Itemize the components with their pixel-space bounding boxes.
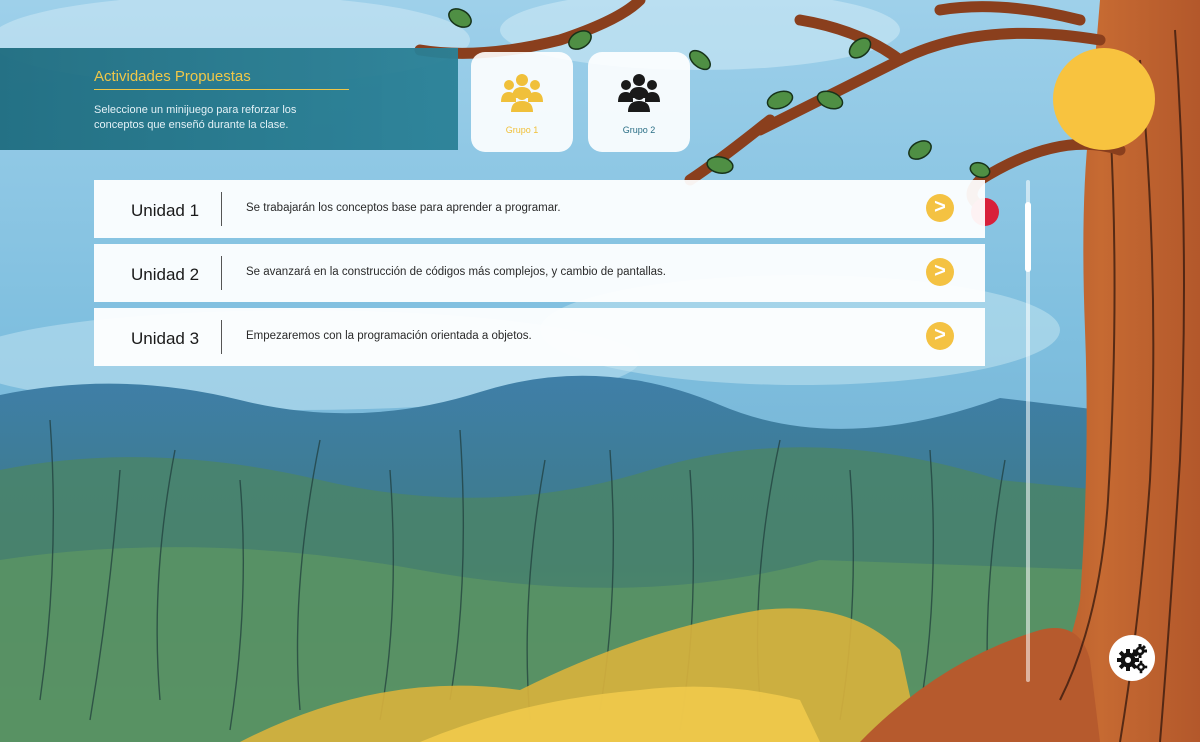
group-card-grupo-2[interactable]: Grupo 2	[588, 52, 690, 152]
divider	[221, 320, 222, 354]
unit-row-1[interactable]: Unidad 1 Se trabajarán los conceptos bas…	[94, 180, 985, 238]
group-label: Grupo 1	[505, 125, 539, 135]
chevron-right-icon[interactable]: >	[926, 194, 954, 222]
title-underline	[94, 89, 349, 90]
unit-description: Se avanzará en la construcción de código…	[246, 266, 666, 278]
header-panel: Actividades Propuestas Seleccione un min…	[0, 48, 458, 150]
scrollbar-thumb[interactable]	[1025, 202, 1031, 272]
sun-decoration	[1053, 48, 1155, 150]
unit-description: Empezaremos con la programación orientad…	[246, 330, 532, 342]
unit-description: Se trabajarán los conceptos base para ap…	[246, 202, 561, 214]
group-icon	[618, 74, 660, 112]
divider	[221, 256, 222, 290]
page-description: Seleccione un minijuego para reforzar lo…	[94, 104, 297, 131]
group-label: Grupo 2	[622, 125, 656, 135]
divider	[221, 192, 222, 226]
unit-row-2[interactable]: Unidad 2 Se avanzará en la construcción …	[94, 244, 985, 302]
settings-button[interactable]	[1109, 635, 1155, 681]
gears-icon	[1117, 644, 1148, 674]
chevron-right-icon[interactable]: >	[926, 258, 954, 286]
unit-title: Unidad 2	[131, 265, 200, 284]
group-card-grupo-1[interactable]: Grupo 1	[471, 52, 573, 152]
unit-title: Unidad 1	[131, 201, 200, 220]
group-icon	[501, 74, 543, 112]
page-title: Actividades Propuestas	[94, 68, 251, 85]
chevron-right-icon[interactable]: >	[926, 322, 954, 350]
unit-row-3[interactable]: Unidad 3 Empezaremos con la programación…	[94, 308, 985, 366]
unit-title: Unidad 3	[131, 329, 200, 348]
